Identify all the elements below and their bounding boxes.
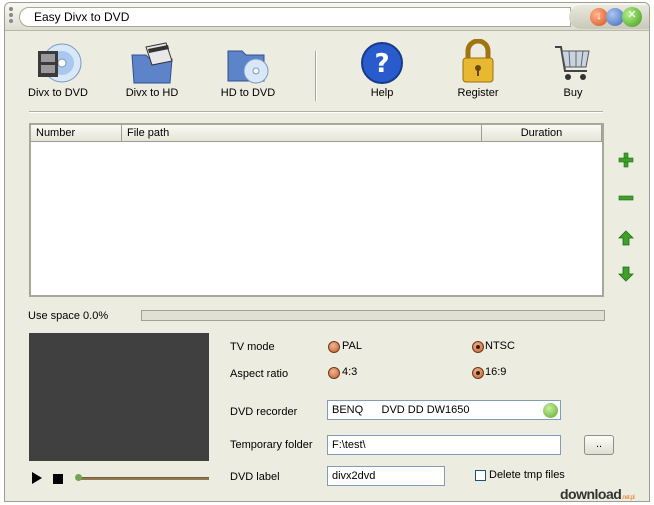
app-window: Easy Divx to DVD ↓ ✕ Divx to DVD Divx to… xyxy=(4,2,650,502)
temporary-folder-input[interactable] xyxy=(327,435,561,455)
register-label: Register xyxy=(457,87,499,99)
title-bar[interactable]: Easy Divx to DVD ↓ ✕ xyxy=(5,3,649,31)
dropdown-arrow-icon[interactable] xyxy=(543,403,558,418)
divx-to-hd-button[interactable]: Divx to HD xyxy=(121,41,183,99)
hd-to-dvd-button[interactable]: HD to DVD xyxy=(215,41,281,99)
watermark-logo: download.net.pl xyxy=(560,486,635,502)
divx-to-dvd-button[interactable]: Divx to DVD xyxy=(25,41,91,99)
divx-to-hd-label: Divx to HD xyxy=(125,87,179,99)
temporary-folder-label: Temporary folder xyxy=(230,439,313,451)
seek-handle[interactable] xyxy=(75,474,82,481)
hd-to-dvd-label: HD to DVD xyxy=(220,87,276,99)
column-duration[interactable]: Duration xyxy=(482,125,602,142)
film-disc-icon xyxy=(38,43,82,83)
delete-tmp-label: Delete tmp files xyxy=(489,469,565,481)
stop-icon[interactable] xyxy=(53,474,63,484)
help-icon: ? xyxy=(361,42,403,84)
help-button[interactable]: ? Help xyxy=(357,41,407,99)
folder-clapper-icon xyxy=(131,42,173,84)
column-number[interactable]: Number xyxy=(31,125,122,142)
browse-folder-button[interactable]: .. xyxy=(584,435,614,455)
svg-text:?: ? xyxy=(374,49,389,79)
register-button[interactable]: Register xyxy=(453,39,503,99)
toolbar-divider xyxy=(29,111,603,113)
toolbar-separator xyxy=(315,51,317,101)
tv-mode-ntsc-radio[interactable] xyxy=(472,341,484,353)
aspect-4-3-radio[interactable] xyxy=(328,367,340,379)
add-file-icon[interactable] xyxy=(617,151,635,169)
tv-mode-pal-label: PAL xyxy=(342,340,362,352)
watermark-suffix: .net.pl xyxy=(621,495,635,501)
buy-label: Buy xyxy=(563,87,583,99)
window-title: Easy Divx to DVD xyxy=(19,7,571,27)
divx-to-dvd-label: Divx to DVD xyxy=(28,87,88,99)
shopping-cart-icon xyxy=(555,46,590,80)
play-icon[interactable] xyxy=(31,472,43,484)
grip-icon[interactable] xyxy=(9,7,15,25)
dvd-recorder-label: DVD recorder xyxy=(230,406,298,418)
use-space-label: Use space 0.0% xyxy=(28,310,109,322)
delete-tmp-checkbox[interactable] xyxy=(475,470,486,481)
dvd-label-label: DVD label xyxy=(230,471,280,483)
file-list-header: Number File path Duration xyxy=(31,125,602,142)
aspect-16-9-label: 16:9 xyxy=(485,366,507,378)
folder-disc-icon xyxy=(227,50,269,84)
buy-button[interactable]: Buy xyxy=(549,41,597,99)
aspect-4-3-label: 4:3 xyxy=(342,366,358,378)
help-label: Help xyxy=(370,87,394,99)
tv-mode-label: TV mode xyxy=(230,341,275,353)
aspect-16-9-radio[interactable] xyxy=(472,367,484,379)
close-button[interactable]: ✕ xyxy=(622,7,642,27)
file-list[interactable]: Number File path Duration xyxy=(29,123,604,297)
padlock-icon xyxy=(462,39,494,83)
tv-mode-pal-radio[interactable] xyxy=(328,341,340,353)
use-space-progress xyxy=(141,310,605,321)
video-preview xyxy=(29,333,209,461)
move-up-icon[interactable] xyxy=(617,229,635,247)
dvd-label-input[interactable] xyxy=(327,466,445,486)
move-down-icon[interactable] xyxy=(617,265,635,283)
column-file-path[interactable]: File path xyxy=(122,125,482,142)
aspect-ratio-label: Aspect ratio xyxy=(230,368,289,380)
seek-track[interactable] xyxy=(77,477,209,480)
dvd-recorder-select[interactable]: BENQ DVD DD DW1650 xyxy=(327,400,561,420)
tv-mode-ntsc-label: NTSC xyxy=(485,340,515,352)
watermark-text: download xyxy=(560,486,622,502)
remove-file-icon[interactable] xyxy=(617,189,635,207)
